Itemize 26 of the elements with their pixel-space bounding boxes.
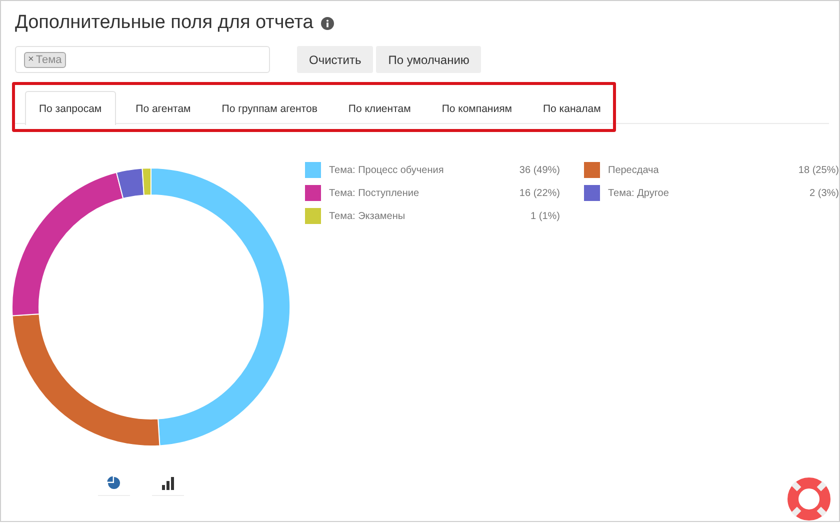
tab[interactable]: По запросам [25,91,116,125]
pie-chart-icon [107,476,121,490]
page-title: Дополнительные поля для отчета [15,12,314,34]
tab[interactable]: По каналам [532,91,612,125]
legend-label: Тема: Экзамены [329,210,406,222]
legend-label: Тема: Процесс обучения [329,164,445,176]
tag-input-field[interactable]: × Тема [15,46,270,73]
field-button[interactable]: По умолчанию [376,46,482,73]
bar-chart-icon [161,476,175,490]
legend-value: 36 (49%) [519,164,560,176]
legend-value: 18 (25%) [798,164,839,176]
legend-label: Пересдача [608,164,660,176]
legend-label: Тема: Другое [608,188,670,198]
lifebuoy-icon[interactable] [787,477,831,521]
legend-value: 1 (1%) [530,210,560,222]
legend-value: 2 (3%) [810,188,839,198]
tab[interactable]: По агентам [124,91,202,125]
field-button[interactable]: Очистить [297,46,374,73]
info-icon[interactable] [321,16,334,30]
tab[interactable]: По компаниям [430,91,523,125]
remove-icon[interactable]: × [28,54,34,65]
tag-label: Тема [36,54,62,66]
tab[interactable]: По группам агентов [210,91,328,125]
tab[interactable]: По клиентам [337,91,422,125]
legend-value: 16 (22%) [519,188,560,198]
legend-label: Тема: Поступление [329,188,420,198]
